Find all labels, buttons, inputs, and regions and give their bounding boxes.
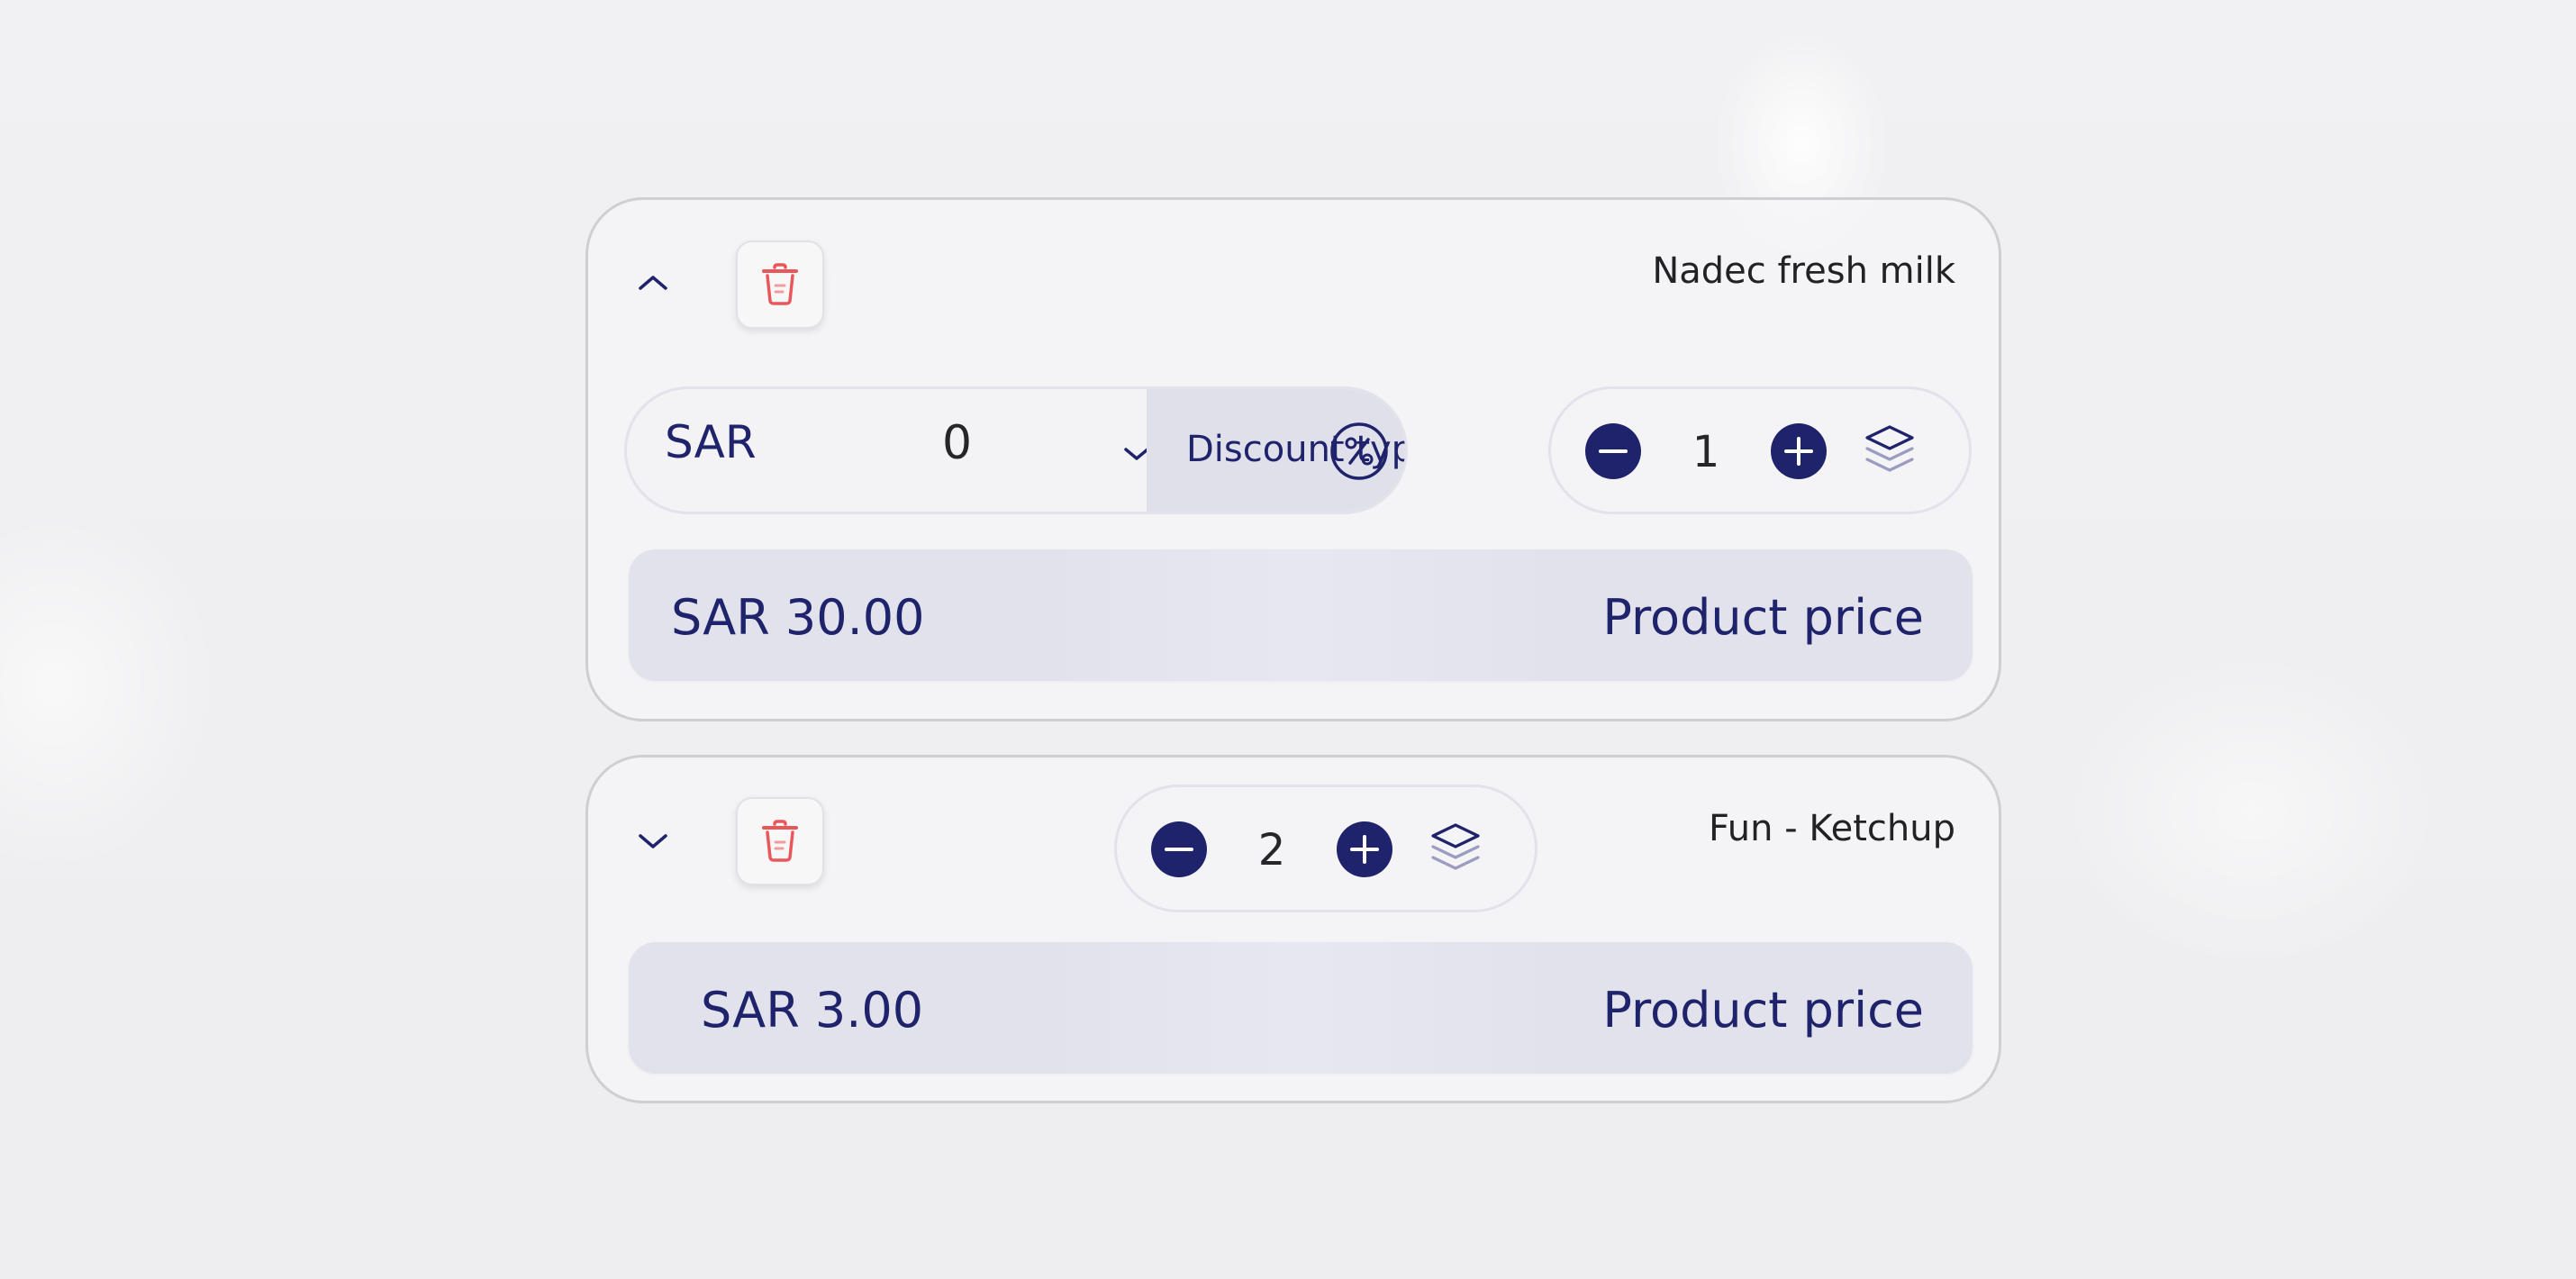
cart-item-card: 2 Fun - Ketchup SAR 3.00 Product price [585,755,2001,1103]
minus-icon [1165,848,1193,851]
plus-icon [1784,437,1813,466]
product-price-label: Product price [1602,982,1924,1039]
decrease-quantity-button[interactable] [1585,423,1641,479]
trash-icon [762,820,798,862]
product-price-label: Product price [1602,589,1924,646]
plus-icon [1350,835,1379,864]
chevron-down-icon[interactable] [635,823,671,859]
quantity-value[interactable]: 2 [1207,825,1337,875]
decrease-quantity-button[interactable] [1151,821,1207,877]
discount-type-select[interactable]: Discount type [1147,389,1405,512]
increase-quantity-button[interactable] [1771,423,1827,479]
discount-input-group: SAR 0 Discount type [624,386,1408,514]
cart-item-card: Nadec fresh milk SAR 0 Discount type 1 [585,197,2001,721]
delete-button[interactable] [736,240,824,329]
price-bar: SAR 30.00 Product price [629,549,1973,681]
minus-icon [1599,449,1628,453]
chevron-up-icon[interactable] [635,265,671,301]
discount-currency: SAR [665,416,757,468]
product-price-value: SAR 30.00 [671,589,925,646]
trash-icon [762,263,798,305]
layers-icon[interactable] [1427,820,1484,877]
product-name: Fun - Ketchup [1708,808,1955,849]
product-price-value: SAR 3.00 [701,982,924,1039]
quantity-value[interactable]: 1 [1641,427,1771,477]
quantity-stepper: 1 [1548,386,1972,514]
quantity-stepper: 2 [1114,785,1537,912]
discount-amount-input[interactable]: 0 [942,416,972,470]
percent-icon [1330,422,1388,480]
increase-quantity-button[interactable] [1337,821,1392,877]
product-name: Nadec fresh milk [1652,250,1955,292]
layers-icon[interactable] [1861,422,1918,479]
delete-button[interactable] [736,797,824,885]
price-bar: SAR 3.00 Product price [629,942,1973,1074]
